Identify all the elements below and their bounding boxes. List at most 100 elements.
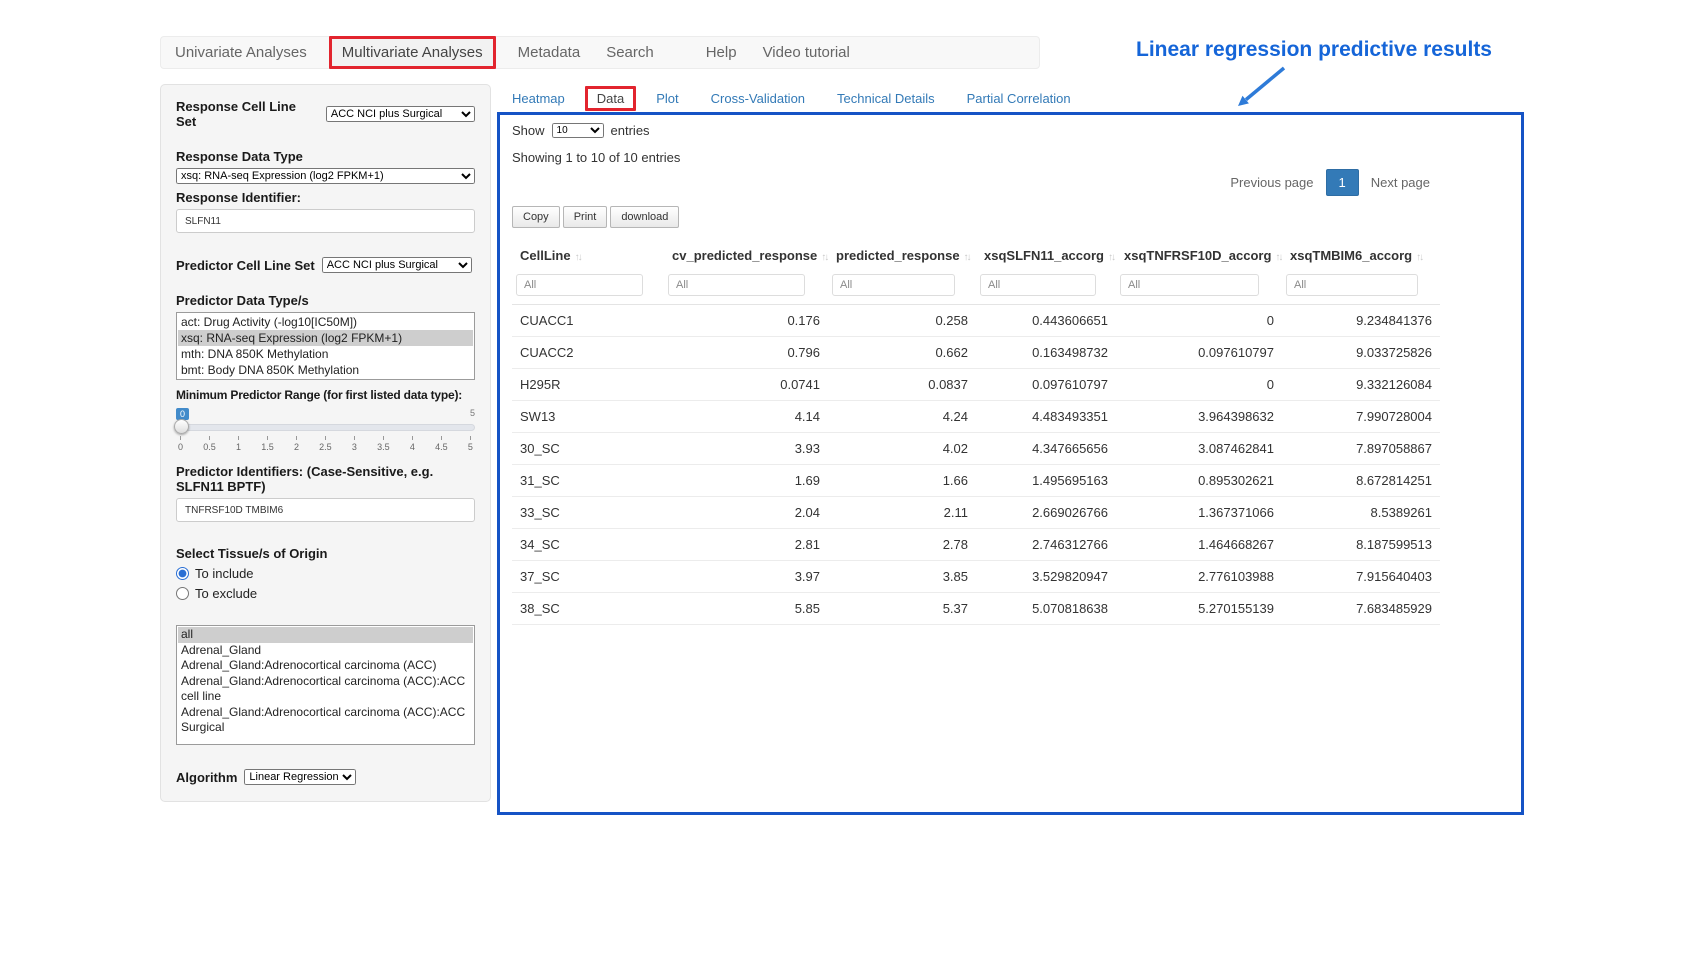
table-row: CUACC10.1760.2580.44360665109.234841376 [512,305,1440,337]
cell-line-cell: 34_SC [512,529,664,561]
value-cell: 0.176 [664,305,828,337]
column-header-predicted-response[interactable]: predicted_response [828,240,976,271]
listbox-option[interactable]: Adrenal_Gland:Adrenocortical carcinoma (… [178,705,473,736]
filter-input-predicted-response[interactable] [832,274,955,296]
table-row: 34_SC2.812.782.7463127661.4646682678.187… [512,529,1440,561]
column-header-cv-predicted-response[interactable]: cv_predicted_response [664,240,828,271]
slider-ticks: 00.511.522.533.544.55 [178,436,473,452]
print-button[interactable]: Print [563,206,608,228]
filter-input-xsqslfn11-accorg[interactable] [980,274,1096,296]
listbox-option-selected[interactable]: xsq: RNA-seq Expression (log2 FPKM+1) [178,330,473,346]
column-header-xsqtmbim6-accorg[interactable]: xsqTMBIM6_accorg [1282,240,1440,271]
response-identifier-label: Response Identifier: [176,190,475,205]
results-table: CellLine cv_predicted_response predicted… [512,240,1440,625]
predictor-cell-line-set-select[interactable]: ACC NCI plus Surgical [322,257,472,273]
tab-technical-details[interactable]: Technical Details [825,86,947,111]
tab-partial-correlation[interactable]: Partial Correlation [955,86,1083,111]
table-body: CUACC10.1760.2580.44360665109.234841376C… [512,305,1440,625]
cell-line-cell: 37_SC [512,561,664,593]
annotation-title: Linear regression predictive results [1136,38,1492,62]
copy-button[interactable]: Copy [512,206,560,228]
filter-input-cv-predicted-response[interactable] [668,274,805,296]
tab-cross-validation[interactable]: Cross-Validation [699,86,817,111]
nav-help[interactable]: Help [706,44,737,61]
nav-metadata[interactable]: Metadata [518,44,581,61]
sort-icon[interactable] [821,252,827,263]
table-row: 37_SC3.973.853.5298209472.7761039887.915… [512,561,1440,593]
next-page-button[interactable]: Next page [1361,170,1440,195]
value-cell: 3.97 [664,561,828,593]
predictor-data-types-label: Predictor Data Type/s [176,293,475,308]
page-number-button[interactable]: 1 [1326,169,1359,196]
sort-icon[interactable] [575,252,581,263]
table-row: CUACC20.7960.6620.1634987320.0976107979.… [512,337,1440,369]
sort-icon[interactable] [1275,252,1281,263]
response-data-type-select[interactable]: xsq: RNA-seq Expression (log2 FPKM+1) [176,168,475,184]
value-cell: 2.11 [828,497,976,529]
slider-tick: 1.5 [261,436,274,452]
sort-icon[interactable] [964,252,970,263]
value-cell: 2.81 [664,529,828,561]
column-header-cellline[interactable]: CellLine [512,240,664,271]
show-entries-suffix: entries [611,123,650,138]
response-data-type-group: Response Data Type xsq: RNA-seq Expressi… [176,149,475,233]
show-entries-select[interactable]: 10 [552,123,604,138]
slider-handle[interactable] [174,419,189,434]
table-buttons: Copy Print download [512,206,1440,228]
results-panel-inner: Show 10 entries Showing 1 to 10 of 10 en… [512,123,1440,625]
show-entries-row: Show 10 entries [512,123,1440,138]
previous-page-button[interactable]: Previous page [1220,170,1323,195]
value-cell: 0.258 [828,305,976,337]
slider-tick: 4 [410,436,415,452]
tab-plot[interactable]: Plot [644,86,690,111]
to-include-radio[interactable] [176,567,189,580]
slider-track[interactable] [176,424,475,431]
value-cell: 4.02 [828,433,976,465]
sort-icon[interactable] [1108,252,1114,263]
cell-line-cell: SW13 [512,401,664,433]
column-header-label: cv_predicted_response [672,248,817,263]
sidebar: Response Cell Line Set ACC NCI plus Surg… [160,84,491,802]
nav-multivariate-analyses[interactable]: Multivariate Analyses [329,36,496,69]
filter-input-xsqtnfrsf10d-accorg[interactable] [1120,274,1259,296]
nav-video-tutorial[interactable]: Video tutorial [763,44,850,61]
page: Univariate Analyses Multivariate Analyse… [0,0,1700,956]
nav-search[interactable]: Search [606,44,654,61]
filter-input-xsqtmbim6-accorg[interactable] [1286,274,1418,296]
filter-cell [512,271,664,305]
listbox-option[interactable]: mth: DNA 850K Methylation [178,346,473,362]
value-cell: 4.483493351 [976,401,1116,433]
min-predictor-range-slider[interactable]: 0 5 00.511.522.533.544.55 [176,408,475,458]
column-header-xsqtnfrsf10d-accorg[interactable]: xsqTNFRSF10D_accorg [1116,240,1282,271]
response-cell-line-set-select[interactable]: ACC NCI plus Surgical [326,106,475,122]
algorithm-select[interactable]: Linear Regression [244,769,356,785]
filter-cell [664,271,828,305]
response-identifier-input[interactable] [176,209,475,233]
download-button[interactable]: download [610,206,679,228]
listbox-option[interactable]: bmt: Body DNA 850K Methylation [178,362,473,378]
predictor-identifiers-input[interactable] [176,498,475,522]
value-cell: 5.85 [664,593,828,625]
nav-univariate-analyses[interactable]: Univariate Analyses [175,44,307,61]
filter-cell [1116,271,1282,305]
to-exclude-label: To exclude [195,586,257,601]
tab-data[interactable]: Data [585,86,636,111]
filter-input-cellline[interactable] [516,274,643,296]
cell-line-cell: 33_SC [512,497,664,529]
listbox-option[interactable]: act: Drug Activity (-log10[IC50M]) [178,314,473,330]
listbox-option-selected[interactable]: all [178,627,473,643]
response-data-type-label: Response Data Type [176,149,475,164]
listbox-option[interactable]: Adrenal_Gland [178,643,473,659]
tab-heatmap[interactable]: Heatmap [500,86,577,111]
value-cell: 8.187599513 [1282,529,1440,561]
value-cell: 0.0837 [828,369,976,401]
sort-icon[interactable] [1416,252,1422,263]
value-cell: 8.672814251 [1282,465,1440,497]
value-cell: 0 [1116,305,1282,337]
to-exclude-radio[interactable] [176,587,189,600]
value-cell: 2.746312766 [976,529,1116,561]
value-cell: 0.796 [664,337,828,369]
column-header-xsqslfn11-accorg[interactable]: xsqSLFN11_accorg [976,240,1116,271]
listbox-option[interactable]: Adrenal_Gland:Adrenocortical carcinoma (… [178,658,473,674]
listbox-option[interactable]: Adrenal_Gland:Adrenocortical carcinoma (… [178,674,473,705]
